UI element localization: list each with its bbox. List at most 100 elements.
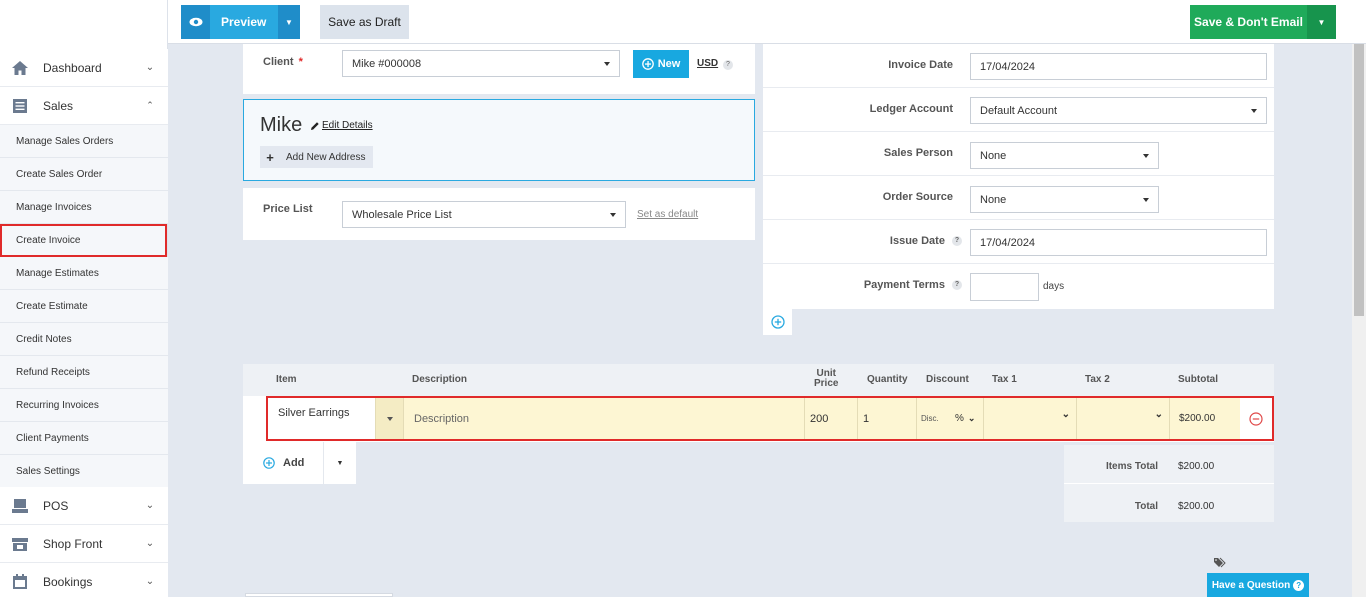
sidebar-item-pos[interactable]: POS ⌄ [0, 487, 168, 525]
remove-row-button[interactable] [1240, 398, 1272, 439]
sidebar-item-label: POS [43, 498, 69, 513]
chevron-up-icon: ⌃ [146, 100, 154, 110]
sales-icon [13, 98, 27, 113]
add-item-button-group: Add ▼ [243, 442, 356, 484]
col-item: Item [276, 374, 297, 385]
sidebar-item-label: Bookings [43, 574, 93, 589]
sidebar-subitem-sales-settings[interactable]: Sales Settings [0, 455, 168, 488]
discount-type-select[interactable]: % ⌄ [951, 398, 983, 439]
add-new-address-button[interactable]: + Add New Address [260, 146, 373, 168]
set-as-default-link[interactable]: Set as default [637, 209, 698, 220]
issue-date-field[interactable]: 17/04/2024 [970, 229, 1267, 256]
col-tax1: Tax 1 [992, 374, 1017, 385]
save-label: Save & Don't Email [1190, 5, 1307, 39]
sidebar-item-sales[interactable]: Sales ⌃ [0, 87, 168, 125]
chevron-down-icon: ⌄ [145, 500, 155, 511]
ledger-account-label: Ledger Account [869, 103, 953, 115]
edit-details-link[interactable]: Edit Details [310, 120, 373, 131]
caret-down-icon[interactable]: ▼ [1307, 5, 1336, 39]
help-icon[interactable]: ? [723, 60, 733, 70]
payment-terms-input[interactable] [970, 273, 1039, 301]
caret-down-icon [1251, 108, 1257, 113]
order-source-label: Order Source [882, 191, 953, 203]
price-list-panel: Price List Wholesale Price List Set as d… [243, 188, 755, 240]
calendar-icon [13, 573, 27, 589]
sidebar-subitem-manage-sales-orders[interactable]: Manage Sales Orders [0, 125, 168, 158]
caret-down-icon [1143, 153, 1149, 158]
quantity-input[interactable]: 1 [858, 398, 916, 439]
save-dont-email-button[interactable]: Save & Don't Email ▼ [1190, 5, 1336, 39]
chevron-down-icon: ⌄ [1061, 409, 1070, 420]
sidebar-subitem-create-estimate[interactable]: Create Estimate [0, 290, 168, 323]
minus-circle-icon [1249, 411, 1263, 426]
sidebar-subitem-refund-receipts[interactable]: Refund Receipts [0, 356, 168, 389]
sidebar-item-label: Sales [43, 98, 74, 113]
chevron-down-icon: ⌄ [967, 413, 976, 423]
help-icon[interactable]: ? [952, 236, 962, 247]
sidebar-subitem-manage-estimates[interactable]: Manage Estimates [0, 257, 168, 290]
sidebar-subitem-recurring-invoices[interactable]: Recurring Invoices [0, 389, 168, 422]
preview-label: Preview [210, 5, 278, 39]
bottom-tab[interactable] [245, 593, 393, 597]
client-select[interactable]: Mike #000008 [342, 50, 620, 77]
chevron-down-icon: ⌄ [145, 538, 155, 549]
item-dropdown-button[interactable] [376, 398, 403, 439]
caret-down-icon: ▼ [336, 459, 344, 467]
have-a-question-button[interactable]: Have a Question ? [1207, 573, 1309, 597]
tags-icon[interactable] [1214, 557, 1226, 568]
discount-input[interactable]: Disc. [917, 398, 951, 439]
sidebar-item-dashboard[interactable]: Dashboard ⌄ [0, 49, 168, 87]
new-client-button[interactable]: New [633, 50, 689, 78]
preview-button[interactable]: Preview ▼ [181, 5, 300, 39]
caret-down-icon [1143, 197, 1149, 202]
sidebar-item-label: Shop Front [43, 536, 103, 551]
caret-down-icon [610, 212, 616, 217]
caret-down-icon [386, 416, 393, 421]
plus-circle-icon [770, 315, 785, 329]
eye-icon [181, 5, 210, 39]
days-label: days [1043, 281, 1065, 292]
col-quantity: Quantity [867, 374, 908, 385]
sidebar-subitem-create-sales-order[interactable]: Create Sales Order [0, 158, 168, 191]
add-item-dropdown[interactable]: ▼ [324, 442, 356, 484]
toolbar: Preview ▼ Save as Draft Save & Don't Ema… [168, 0, 1366, 44]
sidebar-subitem-manage-invoices[interactable]: Manage Invoices [0, 191, 168, 224]
tax1-select[interactable]: ⌄ [984, 398, 1076, 439]
ledger-account-value: Default Account [980, 104, 1058, 117]
sales-person-value: None [980, 149, 1007, 162]
total-label: Total [1134, 501, 1158, 512]
client-panel: Client * Mike #000008 New USD ? [243, 44, 755, 94]
ledger-account-select[interactable]: Default Account [970, 97, 1267, 124]
price-list-select[interactable]: Wholesale Price List [342, 201, 626, 228]
edit-details-label: Edit Details [322, 120, 373, 131]
add-new-address-label: Add New Address [286, 151, 366, 163]
description-input[interactable]: Description [404, 398, 804, 439]
help-icon[interactable]: ? [952, 280, 962, 291]
chevron-down-icon: ⌄ [145, 576, 155, 587]
sidebar-item-shop-front[interactable]: Shop Front ⌄ [0, 525, 168, 563]
col-description: Description [412, 374, 468, 385]
sales-person-select[interactable]: None [970, 142, 1159, 169]
add-field-button[interactable] [763, 309, 792, 335]
scrollbar-thumb[interactable] [1354, 44, 1364, 316]
caret-down-icon [604, 61, 610, 66]
add-item-button[interactable]: Add [243, 442, 324, 484]
tax2-select[interactable]: ⌄ [1077, 398, 1169, 439]
col-subtotal: Subtotal [1178, 374, 1218, 385]
currency-link[interactable]: USD [697, 58, 718, 69]
invoice-date-field[interactable]: 17/04/2024 [970, 53, 1267, 80]
help-icon: ? [1293, 579, 1305, 591]
client-name: Mike [260, 114, 303, 136]
save-draft-button[interactable]: Save as Draft [320, 5, 409, 39]
order-source-select[interactable]: None [970, 186, 1159, 213]
sidebar-item-bookings[interactable]: Bookings ⌄ [0, 563, 168, 597]
sidebar-subitem-client-payments[interactable]: Client Payments [0, 422, 168, 455]
unit-price-input[interactable]: 200 [805, 398, 857, 439]
required-mark: * [298, 56, 303, 68]
chevron-down-icon: ⌄ [145, 62, 155, 73]
sidebar-subitem-create-invoice[interactable]: Create Invoice [0, 224, 167, 257]
sidebar-subitem-credit-notes[interactable]: Credit Notes [0, 323, 168, 356]
caret-down-icon[interactable]: ▼ [278, 5, 300, 39]
item-select[interactable]: Silver Earrings [268, 398, 376, 439]
totals-panel: Items Total $200.00 Total $200.00 [1064, 445, 1274, 522]
